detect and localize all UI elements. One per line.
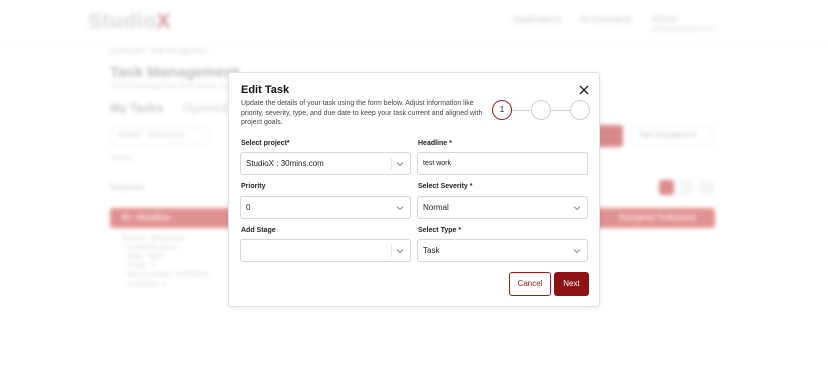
modal-title: Edit Task xyxy=(241,84,290,96)
headline-input[interactable]: test work xyxy=(417,152,588,175)
type-value: Task xyxy=(423,246,440,255)
step-2[interactable] xyxy=(531,100,551,120)
row-line: Created by admin xyxy=(126,244,178,251)
nav-ai-assistants[interactable]: AI Assistants xyxy=(581,14,633,24)
row-line: StudioX - 30mins.com xyxy=(122,235,186,242)
page-title: Task Management xyxy=(110,64,239,81)
select-divider xyxy=(391,158,392,170)
severity-value: Normal xyxy=(423,203,449,212)
add-task-button[interactable] xyxy=(597,125,623,147)
priority-label: Priority xyxy=(241,183,266,190)
row-line: Stage : Open xyxy=(126,253,165,260)
breadcrumb: Dashboard / Task Management xyxy=(110,48,208,55)
nav-admin[interactable]: Admin xyxy=(652,14,678,24)
list-view-icon[interactable] xyxy=(659,180,674,195)
step-connector xyxy=(551,110,570,111)
chevron-down-icon xyxy=(396,161,404,167)
row-line: Date of creation: 12/03/2024 xyxy=(126,271,209,278)
project-label: Select project* xyxy=(241,140,290,147)
headline-value: test work xyxy=(423,160,452,167)
tab-opened[interactable]: Opened xyxy=(183,101,228,115)
app-logo: StudioX xyxy=(88,10,171,34)
th-actions: Actions xyxy=(667,213,697,222)
grid-view-icon[interactable] xyxy=(679,180,694,195)
search-input[interactable]: Search xyxy=(110,155,210,169)
tab-my-tasks[interactable]: My Tasks xyxy=(110,101,163,115)
chevron-down-icon xyxy=(396,205,404,211)
th-id-headline: ID - Headline xyxy=(122,213,171,222)
logo-accent: X xyxy=(156,10,171,33)
severity-select[interactable]: Normal xyxy=(417,196,588,219)
retrieved-label: Retrieved xyxy=(110,183,145,192)
close-button[interactable] xyxy=(577,83,591,97)
type-label: Select Type * xyxy=(418,227,462,234)
close-icon xyxy=(579,85,589,95)
project-value: StudioX : 30mins.com xyxy=(246,159,324,168)
chevron-down-icon xyxy=(573,205,581,211)
th-assigned-to: Assigned To xyxy=(619,213,667,222)
edit-task-modal: Edit Task Update the details of your tas… xyxy=(228,72,600,307)
severity-label: Select Severity * xyxy=(418,183,473,190)
task-management-button[interactable]: Task Management xyxy=(630,125,714,147)
select-divider xyxy=(391,245,392,257)
step-connector xyxy=(512,110,530,111)
modal-description: Update the details of your task using th… xyxy=(241,100,483,127)
chevron-down-icon xyxy=(396,248,404,254)
priority-select[interactable]: 0 xyxy=(240,196,411,219)
cancel-button[interactable]: Cancel xyxy=(509,272,551,296)
stage-label: Add Stage xyxy=(241,227,276,234)
nav-applications[interactable]: Applications xyxy=(513,14,562,24)
row-line: Priority : 0 xyxy=(126,262,156,269)
chevron-down-icon xyxy=(573,248,581,254)
priority-value: 0 xyxy=(246,203,251,212)
top-header: StudioX Applications AI Assistants Admin… xyxy=(0,0,828,42)
headline-label: Headline * xyxy=(418,140,452,147)
type-select[interactable]: Task xyxy=(417,239,588,262)
settings-icon[interactable] xyxy=(699,180,714,195)
logo-text: Studio xyxy=(88,10,157,33)
row-line: Comments : 0 xyxy=(126,281,167,288)
step-1[interactable]: 1 xyxy=(492,100,512,120)
stage-select[interactable] xyxy=(240,239,411,262)
project-filter[interactable]: StudioX - 30mins.com xyxy=(110,126,210,146)
nav-admin-email: admin@studiox.com xyxy=(652,26,716,33)
next-button[interactable]: Next xyxy=(554,272,589,296)
project-select[interactable]: StudioX : 30mins.com xyxy=(240,152,411,175)
step-3[interactable] xyxy=(570,100,590,120)
step-indicator: 1 xyxy=(491,100,591,122)
